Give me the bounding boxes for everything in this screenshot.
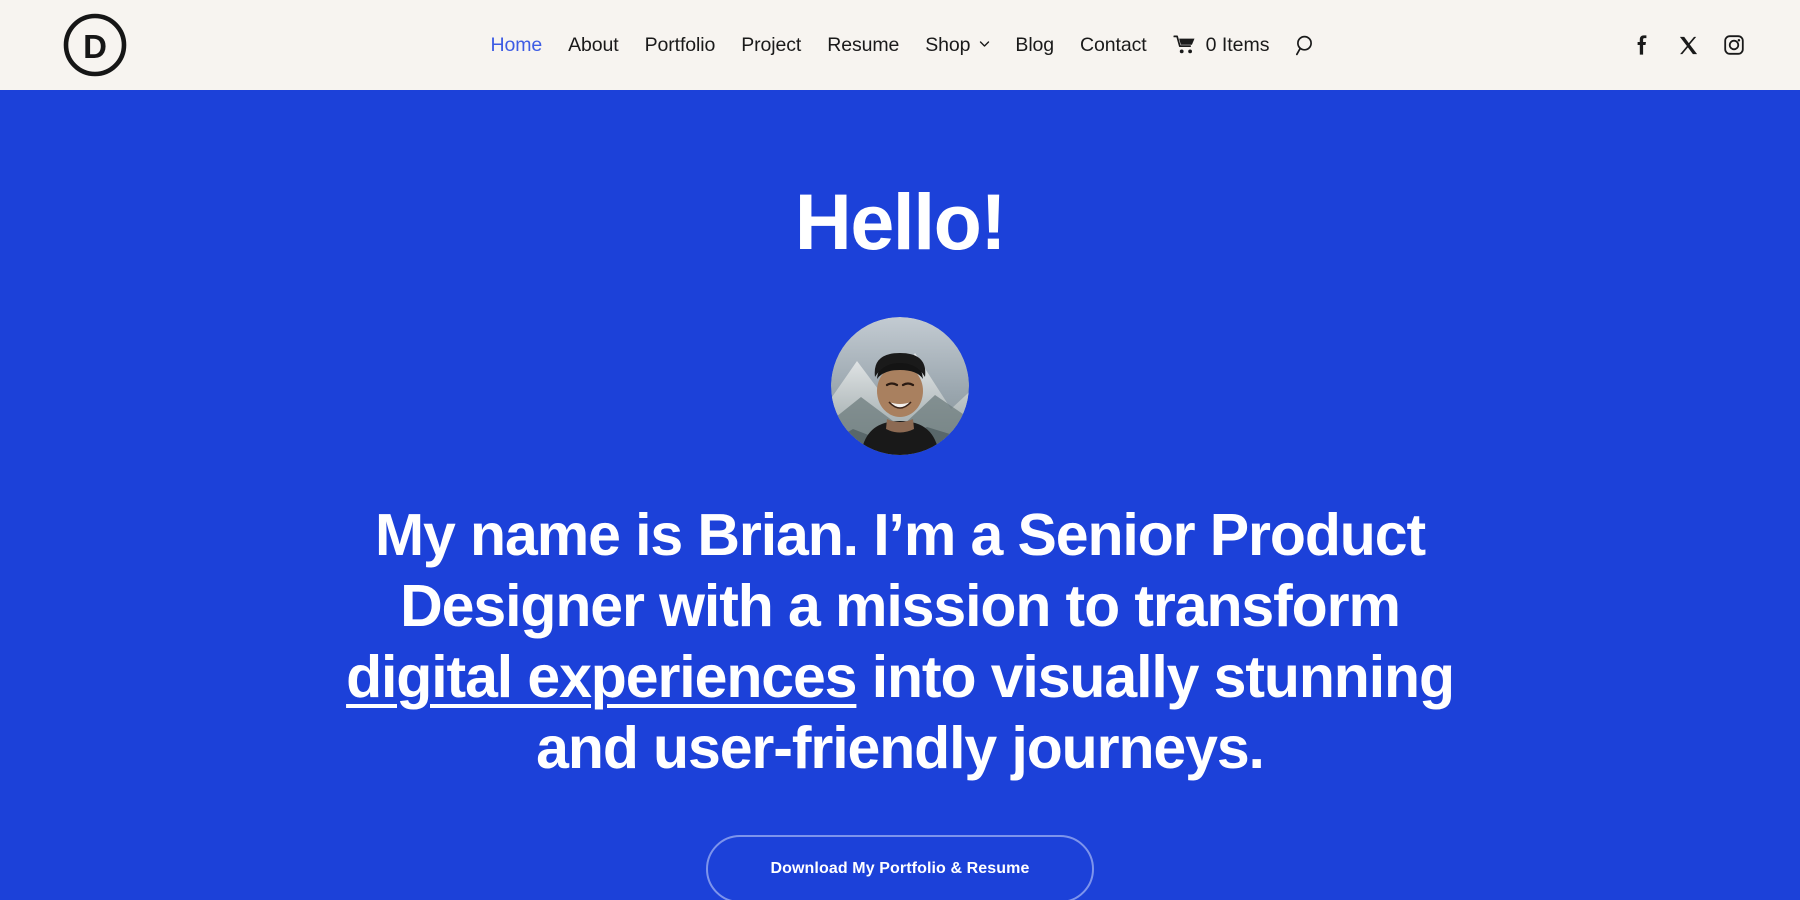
circle-d-logo[interactable]: D: [62, 12, 128, 78]
search-icon: [1295, 35, 1317, 56]
nav-item-resume[interactable]: Resume: [814, 31, 912, 59]
search-button[interactable]: [1276, 35, 1323, 56]
hero-greeting: Hello!: [794, 177, 1007, 266]
hero-headline: My name is Brian. I’m a Senior Product D…: [335, 500, 1465, 784]
nav-item-label: Portfolio: [644, 34, 716, 56]
cart-icon: [1173, 35, 1196, 55]
instagram-icon[interactable]: [1723, 34, 1745, 56]
facebook-icon[interactable]: [1631, 34, 1653, 56]
nav-item-label: Home: [490, 34, 543, 56]
cart-link[interactable]: 0 Items: [1160, 31, 1276, 59]
social-links: [1631, 34, 1745, 56]
headline-emphasis: digital experiences: [346, 644, 857, 710]
site-header: D Home About Portfolio Project Resume Sh…: [0, 0, 1800, 90]
nav-item-home[interactable]: Home: [478, 31, 556, 59]
nav-item-label: Resume: [827, 34, 900, 56]
primary-nav: Home About Portfolio Project Resume Shop…: [478, 31, 1323, 59]
cart-label: 0 Items: [1205, 34, 1270, 56]
download-portfolio-resume-button[interactable]: Download My Portfolio & Resume: [706, 835, 1094, 900]
chevron-down-icon: [979, 39, 990, 49]
cta-container: Download My Portfolio & Resume: [706, 835, 1094, 900]
nav-item-shop[interactable]: Shop: [912, 31, 1002, 59]
nav-item-label: Contact: [1080, 34, 1147, 56]
nav-item-label: Blog: [1015, 34, 1055, 56]
headline-part-1: My name is Brian. I’m a Senior Product D…: [375, 502, 1426, 639]
nav-item-contact[interactable]: Contact: [1067, 31, 1160, 59]
svg-text:D: D: [83, 28, 107, 65]
nav-item-label: About: [568, 34, 619, 56]
nav-item-label: Project: [741, 34, 802, 56]
hero-section: Hello! My name is Brian. I’m a Senior Pr…: [0, 90, 1800, 900]
nav-item-label: Shop: [925, 34, 971, 56]
avatar: [831, 317, 969, 455]
nav-item-blog[interactable]: Blog: [1002, 31, 1067, 59]
x-twitter-icon[interactable]: [1677, 34, 1699, 56]
nav-item-about[interactable]: About: [555, 31, 631, 59]
nav-item-portfolio[interactable]: Portfolio: [632, 31, 729, 59]
nav-item-project[interactable]: Project: [728, 31, 814, 59]
